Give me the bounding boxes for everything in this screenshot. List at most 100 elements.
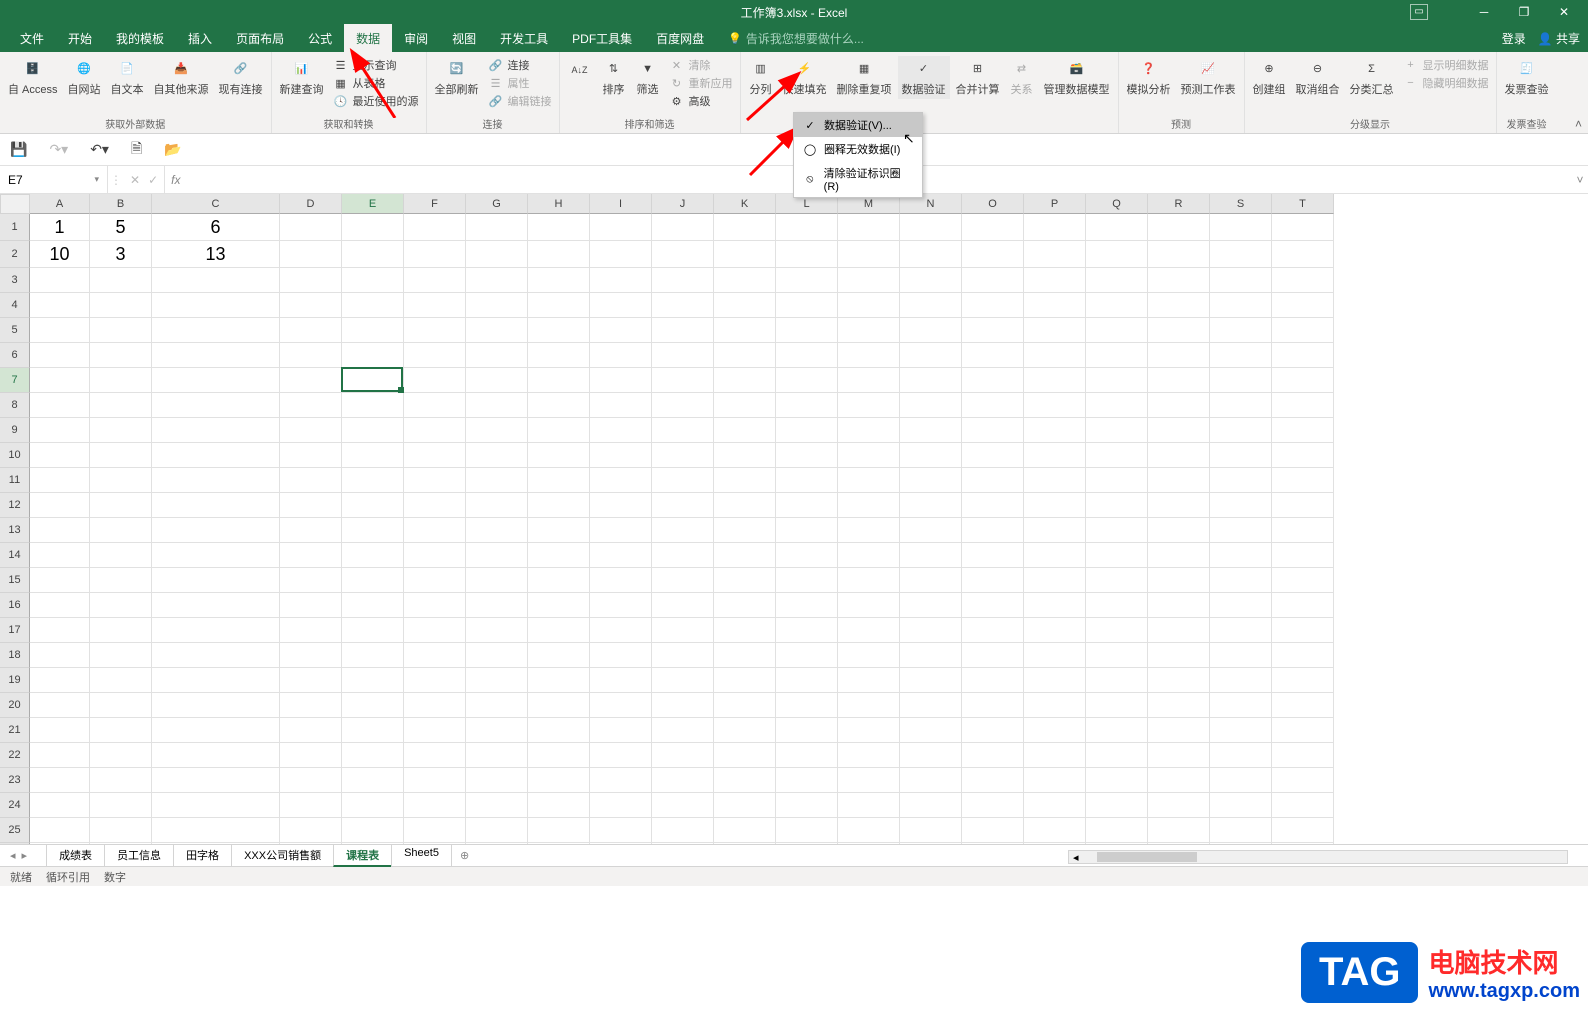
cell[interactable] (1024, 518, 1086, 543)
cell[interactable] (714, 343, 776, 368)
cell[interactable] (152, 768, 280, 793)
cell[interactable] (280, 318, 342, 343)
cell[interactable] (342, 418, 404, 443)
cell[interactable] (1272, 593, 1334, 618)
cell[interactable] (900, 214, 962, 241)
cell[interactable] (30, 693, 90, 718)
cell[interactable] (1272, 293, 1334, 318)
cell[interactable] (1024, 241, 1086, 268)
cell[interactable] (838, 241, 900, 268)
cell[interactable] (1210, 343, 1272, 368)
column-header[interactable]: F (404, 194, 466, 214)
cell[interactable] (1024, 543, 1086, 568)
cell[interactable] (1086, 768, 1148, 793)
cell[interactable] (776, 468, 838, 493)
cell[interactable] (838, 293, 900, 318)
cell[interactable] (776, 743, 838, 768)
cell[interactable] (714, 543, 776, 568)
recent-sources-button[interactable]: 🕓最近使用的源 (330, 92, 422, 110)
cell[interactable] (152, 618, 280, 643)
tab-我的模板[interactable]: 我的模板 (104, 24, 176, 53)
cell[interactable] (1086, 343, 1148, 368)
cell[interactable] (342, 543, 404, 568)
cell[interactable] (1148, 368, 1210, 393)
relationships-button[interactable]: ⇄关系 (1006, 56, 1038, 99)
cell[interactable] (714, 418, 776, 443)
cell[interactable] (342, 343, 404, 368)
cell[interactable] (1024, 214, 1086, 241)
cell[interactable] (1024, 393, 1086, 418)
cell[interactable] (1024, 468, 1086, 493)
cell[interactable] (466, 418, 528, 443)
row-header[interactable]: 2 (0, 241, 30, 268)
cell[interactable] (528, 418, 590, 443)
cell[interactable] (280, 214, 342, 241)
column-header[interactable]: K (714, 194, 776, 214)
cell[interactable] (1210, 818, 1272, 843)
cell[interactable] (1272, 468, 1334, 493)
cell[interactable] (1148, 543, 1210, 568)
cell[interactable] (962, 818, 1024, 843)
row-header[interactable]: 5 (0, 318, 30, 343)
cell[interactable] (1210, 443, 1272, 468)
cell[interactable] (466, 468, 528, 493)
cell[interactable] (652, 668, 714, 693)
cell[interactable] (776, 518, 838, 543)
cell[interactable] (838, 568, 900, 593)
cell[interactable] (466, 718, 528, 743)
cell[interactable] (1086, 618, 1148, 643)
cell[interactable] (528, 693, 590, 718)
tab-页面布局[interactable]: 页面布局 (224, 24, 296, 53)
advanced-button[interactable]: ⚙高级 (666, 92, 736, 110)
cell[interactable] (466, 343, 528, 368)
cell[interactable] (1086, 668, 1148, 693)
cell[interactable] (1086, 468, 1148, 493)
cell[interactable] (342, 718, 404, 743)
cell[interactable] (404, 268, 466, 293)
cell[interactable] (1086, 318, 1148, 343)
cell[interactable] (342, 443, 404, 468)
cell[interactable] (1272, 368, 1334, 393)
cell[interactable] (404, 241, 466, 268)
cell[interactable]: 3 (90, 241, 152, 268)
cell[interactable] (280, 593, 342, 618)
cell[interactable] (152, 418, 280, 443)
cell[interactable] (528, 368, 590, 393)
data-model-button[interactable]: 🗃️管理数据模型 (1040, 56, 1114, 99)
cell[interactable] (466, 493, 528, 518)
cell[interactable] (342, 793, 404, 818)
row-header[interactable]: 18 (0, 643, 30, 668)
sheet-tab[interactable]: 田字格 (173, 845, 232, 867)
cell[interactable] (900, 718, 962, 743)
cell[interactable] (1148, 268, 1210, 293)
cell[interactable] (152, 468, 280, 493)
cell[interactable] (590, 693, 652, 718)
cell[interactable] (714, 793, 776, 818)
cell[interactable] (280, 418, 342, 443)
cell[interactable] (1210, 318, 1272, 343)
cell[interactable] (342, 643, 404, 668)
cell[interactable] (90, 493, 152, 518)
cell[interactable] (652, 393, 714, 418)
filter-button[interactable]: ▼筛选 (632, 56, 664, 99)
cell[interactable] (1210, 668, 1272, 693)
cell[interactable] (652, 593, 714, 618)
cell[interactable] (1086, 418, 1148, 443)
cell[interactable] (280, 368, 342, 393)
properties-button[interactable]: ☰属性 (485, 74, 555, 92)
cell[interactable] (30, 493, 90, 518)
cell[interactable] (590, 368, 652, 393)
cell[interactable] (152, 268, 280, 293)
cell[interactable] (1086, 214, 1148, 241)
cell[interactable] (776, 241, 838, 268)
cell[interactable] (1086, 443, 1148, 468)
cell[interactable] (466, 693, 528, 718)
cell[interactable] (838, 318, 900, 343)
cell[interactable] (590, 643, 652, 668)
cell[interactable] (1024, 818, 1086, 843)
cell[interactable] (714, 618, 776, 643)
cell[interactable] (90, 318, 152, 343)
cell[interactable] (342, 393, 404, 418)
cell[interactable] (838, 368, 900, 393)
cell[interactable] (30, 268, 90, 293)
